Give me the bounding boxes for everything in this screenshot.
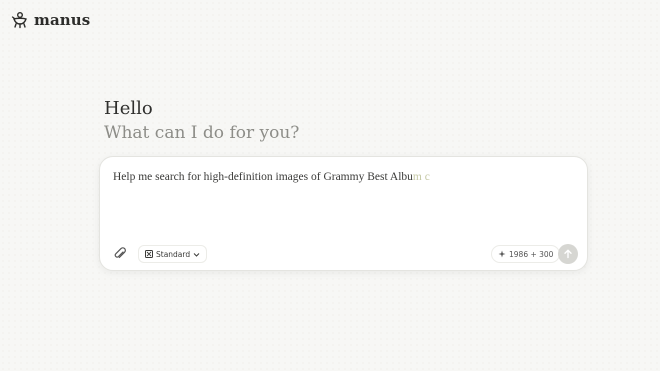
paperclip-icon[interactable]	[112, 246, 128, 262]
brand-name: manus	[34, 11, 91, 29]
credits-label: 1986 + 300	[509, 249, 554, 259]
greeting-title: Hello	[104, 98, 153, 119]
prompt-input[interactable]: Help me search for high-definition image…	[113, 171, 430, 183]
chevron-down-icon	[193, 252, 200, 257]
send-button[interactable]	[558, 244, 578, 264]
mode-selector[interactable]: Standard	[138, 245, 208, 263]
arrow-up-icon	[564, 249, 572, 259]
manus-logo-icon	[11, 12, 27, 29]
mode-label: Standard	[156, 249, 191, 259]
sparkle-icon	[498, 250, 506, 258]
credits-badge[interactable]: 1986 + 300	[491, 245, 561, 263]
prompt-text-streaming: m c	[412, 171, 430, 183]
mode-icon	[145, 250, 153, 258]
prompt-text: Help me search for high-definition image…	[113, 171, 413, 183]
prompt-composer: Help me search for high-definition image…	[99, 156, 588, 271]
greeting-subtitle: What can I do for you?	[104, 123, 300, 143]
brand[interactable]: manus	[11, 11, 90, 29]
